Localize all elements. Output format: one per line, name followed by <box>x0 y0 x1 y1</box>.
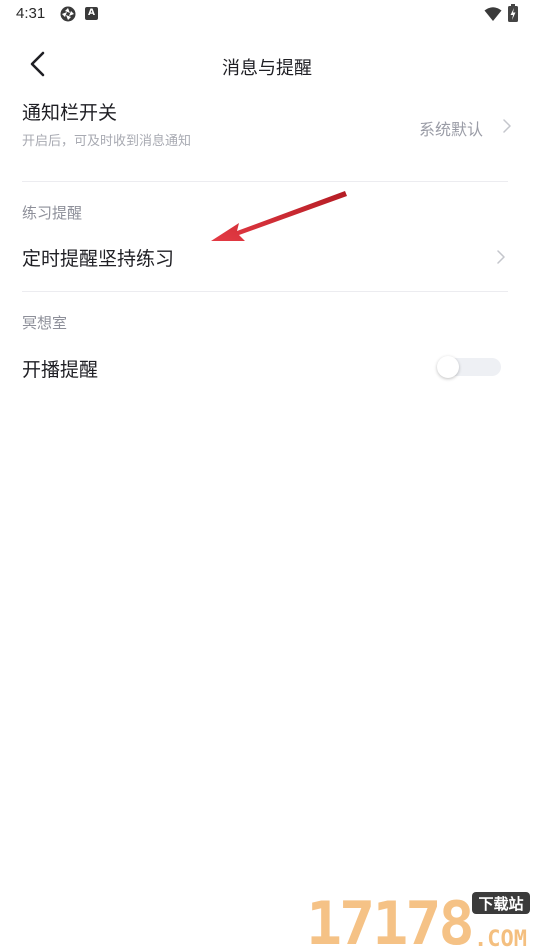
notification-bar-value: 系统默认 <box>419 120 484 139</box>
notification-bar-subtitle: 开启后，可及时收到消息通知 <box>22 134 192 149</box>
page-title: 消息与提醒 <box>222 58 312 79</box>
app-badge-icon: A <box>85 7 98 20</box>
notification-bar-title: 通知栏开关 <box>22 102 118 124</box>
svg-text:下载站: 下载站 <box>478 895 523 913</box>
nav-bar: 消息与提醒 <box>0 40 534 90</box>
practice-section-header: 练习提醒 <box>22 204 83 222</box>
status-bar: 4:31 A <box>0 0 534 30</box>
wifi-icon <box>484 7 502 21</box>
battery-icon <box>508 4 518 22</box>
divider <box>22 291 508 292</box>
chevron-right-icon <box>497 250 505 264</box>
app-badge-letter: A <box>88 8 95 18</box>
practice-reminder-title: 定时提醒坚持练习 <box>22 248 175 270</box>
annotation-arrow-icon <box>211 191 347 241</box>
status-time: 4:31 <box>16 5 46 22</box>
live-reminder-title: 开播提醒 <box>22 359 99 381</box>
svg-text:.COM: .COM <box>474 927 527 950</box>
meditation-section-header: 冥想室 <box>22 314 68 332</box>
svg-text:17178: 17178 <box>306 889 472 950</box>
toggle-thumb <box>437 356 459 378</box>
app-notification-icon <box>60 6 76 22</box>
chevron-right-icon <box>503 119 511 133</box>
divider <box>22 181 508 182</box>
live-reminder-toggle[interactable] <box>437 356 501 378</box>
site-watermark-logo: 17178 下载站 .COM <box>306 889 530 950</box>
